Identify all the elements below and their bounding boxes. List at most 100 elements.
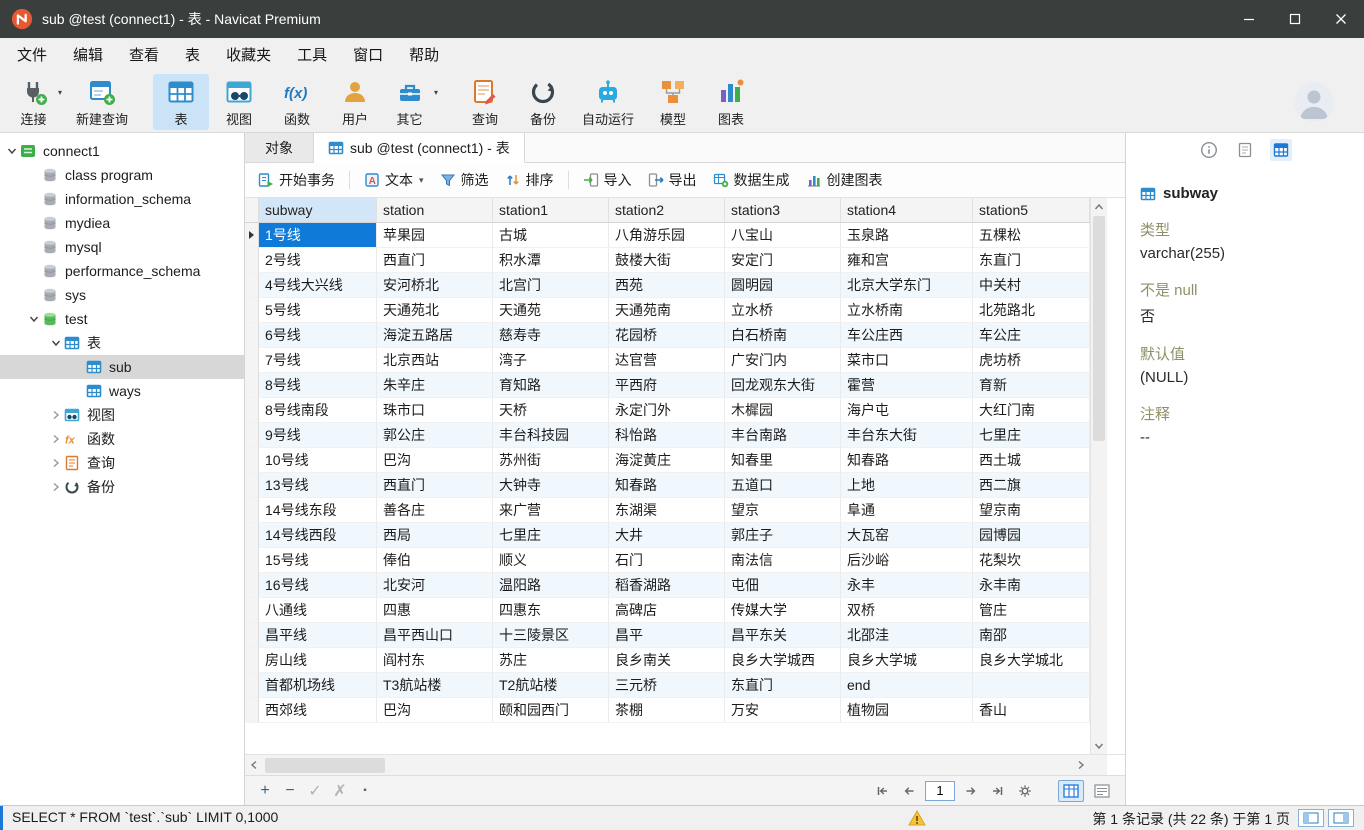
grid-cell[interactable]: end bbox=[841, 673, 973, 698]
toolbar-button-automation[interactable]: 自动运行 bbox=[573, 74, 643, 130]
grid-cell[interactable]: 昌平线 bbox=[259, 623, 377, 648]
row-indicator[interactable] bbox=[245, 373, 259, 398]
data-toolbar-sort-button[interactable]: 排序 bbox=[498, 166, 561, 194]
row-indicator[interactable] bbox=[245, 473, 259, 498]
grid-cell[interactable]: 安定门 bbox=[725, 248, 841, 273]
grid-cell[interactable]: 五棵松 bbox=[973, 223, 1090, 248]
grid-cell[interactable]: 园博园 bbox=[973, 523, 1090, 548]
grid-cell[interactable]: 车公庄 bbox=[973, 323, 1090, 348]
tree-item-sub[interactable]: sub bbox=[0, 355, 244, 379]
grid-cell[interactable]: 北宫门 bbox=[493, 273, 609, 298]
row-indicator[interactable] bbox=[245, 548, 259, 573]
tree-item-mysql[interactable]: mysql bbox=[0, 235, 244, 259]
grid-cell[interactable]: 房山线 bbox=[259, 648, 377, 673]
grid-cell[interactable]: 知春路 bbox=[841, 448, 973, 473]
grid-cell[interactable]: 东湖渠 bbox=[609, 498, 725, 523]
row-indicator[interactable] bbox=[245, 498, 259, 523]
grid-cell[interactable]: 北苑路北 bbox=[973, 298, 1090, 323]
menu-view[interactable]: 查看 bbox=[116, 38, 172, 71]
expanded-arrow-icon[interactable] bbox=[48, 338, 64, 348]
grid-cell[interactable]: 大瓦窑 bbox=[841, 523, 973, 548]
grid-cell[interactable]: 昌平东关 bbox=[725, 623, 841, 648]
grid-cell[interactable]: 后沙峪 bbox=[841, 548, 973, 573]
grid-cell[interactable]: 苹果园 bbox=[377, 223, 493, 248]
toggle-information-pane-button[interactable] bbox=[1328, 809, 1354, 827]
settings-gear-icon[interactable] bbox=[1014, 781, 1036, 801]
grid-cell[interactable]: 高碑店 bbox=[609, 598, 725, 623]
grid-cell[interactable]: 达官营 bbox=[609, 348, 725, 373]
grid-cell[interactable]: 立水桥南 bbox=[841, 298, 973, 323]
grid-cell[interactable]: 14号线西段 bbox=[259, 523, 377, 548]
tree-item-node-14[interactable]: 备份 bbox=[0, 475, 244, 499]
grid-cell[interactable]: 西苑 bbox=[609, 273, 725, 298]
grid-cell[interactable]: 苏庄 bbox=[493, 648, 609, 673]
grid-cell[interactable]: 巴沟 bbox=[377, 448, 493, 473]
delete-record-button[interactable]: − bbox=[280, 781, 300, 801]
grid-cell[interactable]: 北京西站 bbox=[377, 348, 493, 373]
toggle-navigation-pane-button[interactable] bbox=[1298, 809, 1324, 827]
data-toolbar-transaction-button[interactable]: 开始事务 bbox=[251, 166, 342, 194]
tree-item-test[interactable]: test bbox=[0, 307, 244, 331]
toolbar-button-new-query[interactable]: 新建查询 bbox=[67, 74, 137, 130]
grid-cell[interactable]: 石门 bbox=[609, 548, 725, 573]
row-indicator[interactable] bbox=[245, 698, 259, 723]
grid-cell[interactable]: 5号线 bbox=[259, 298, 377, 323]
grid-cell[interactable]: 管庄 bbox=[973, 598, 1090, 623]
info-button[interactable] bbox=[1198, 139, 1220, 161]
tree-item-node-13[interactable]: 查询 bbox=[0, 451, 244, 475]
grid-cell[interactable]: 4号线大兴线 bbox=[259, 273, 377, 298]
grid-cell[interactable]: 8号线 bbox=[259, 373, 377, 398]
horizontal-scrollbar-thumb[interactable] bbox=[265, 757, 385, 773]
tree-item-sys[interactable]: sys bbox=[0, 283, 244, 307]
scroll-right-icon[interactable] bbox=[1072, 755, 1090, 775]
grid-cell[interactable]: 花园桥 bbox=[609, 323, 725, 348]
grid-cell[interactable]: 来广营 bbox=[493, 498, 609, 523]
grid-cell[interactable]: 朱辛庄 bbox=[377, 373, 493, 398]
grid-cell[interactable]: 科怡路 bbox=[609, 423, 725, 448]
grid-cell[interactable]: 古城 bbox=[493, 223, 609, 248]
grid-cell[interactable]: 七里庄 bbox=[493, 523, 609, 548]
tree-item-ways[interactable]: ways bbox=[0, 379, 244, 403]
grid-cell[interactable]: 永丰 bbox=[841, 573, 973, 598]
grid-cell[interactable]: 四惠 bbox=[377, 598, 493, 623]
grid-cell[interactable]: 白石桥南 bbox=[725, 323, 841, 348]
grid-cell[interactable]: 16号线 bbox=[259, 573, 377, 598]
tree-item-mydiea[interactable]: mydiea bbox=[0, 211, 244, 235]
grid-cell[interactable]: 15号线 bbox=[259, 548, 377, 573]
grid-cell[interactable]: 10号线 bbox=[259, 448, 377, 473]
column-header-station5[interactable]: station5 bbox=[973, 198, 1090, 223]
grid-cell[interactable]: 首都机场线 bbox=[259, 673, 377, 698]
grid-cell[interactable]: 善各庄 bbox=[377, 498, 493, 523]
grid-cell[interactable]: 南法信 bbox=[725, 548, 841, 573]
data-toolbar-datagen-button[interactable]: 数据生成 bbox=[706, 166, 797, 194]
grid-cell[interactable]: 七里庄 bbox=[973, 423, 1090, 448]
row-indicator[interactable] bbox=[245, 648, 259, 673]
tab-table-sub[interactable]: sub @test (connect1) - 表 bbox=[314, 133, 525, 163]
grid-cell[interactable]: 2号线 bbox=[259, 248, 377, 273]
grid-cell[interactable]: 永定门外 bbox=[609, 398, 725, 423]
grid-cell[interactable]: 茶棚 bbox=[609, 698, 725, 723]
grid-cell[interactable]: 北安河 bbox=[377, 573, 493, 598]
grid-cell[interactable]: 良乡南关 bbox=[609, 648, 725, 673]
data-toolbar-text-format-button[interactable]: A 文本 ▾ bbox=[357, 166, 431, 194]
grid-cell[interactable]: 慈寿寺 bbox=[493, 323, 609, 348]
grid-cell[interactable]: 郭庄子 bbox=[725, 523, 841, 548]
close-button[interactable] bbox=[1318, 0, 1364, 38]
grid-cell[interactable]: 稻香湖路 bbox=[609, 573, 725, 598]
grid-cell[interactable]: 圆明园 bbox=[725, 273, 841, 298]
grid-cell[interactable]: 北京大学东门 bbox=[841, 273, 973, 298]
grid-cell[interactable]: 西土城 bbox=[973, 448, 1090, 473]
grid-cell[interactable]: 雍和宫 bbox=[841, 248, 973, 273]
data-toolbar-import-button[interactable]: 导入 bbox=[576, 166, 639, 194]
grid-cell[interactable]: 昌平西山口 bbox=[377, 623, 493, 648]
row-indicator[interactable] bbox=[245, 448, 259, 473]
grid-cell[interactable] bbox=[973, 673, 1090, 698]
grid-cell[interactable]: 安河桥北 bbox=[377, 273, 493, 298]
grid-cell[interactable]: 巴沟 bbox=[377, 698, 493, 723]
toolbar-button-plug[interactable]: ▾ 连接 bbox=[9, 74, 65, 130]
grid-cell[interactable]: 温阳路 bbox=[493, 573, 609, 598]
menu-help[interactable]: 帮助 bbox=[396, 38, 452, 71]
menu-tools[interactable]: 工具 bbox=[284, 38, 340, 71]
grid-cell[interactable]: 望京南 bbox=[973, 498, 1090, 523]
grid-cell[interactable]: 大井 bbox=[609, 523, 725, 548]
